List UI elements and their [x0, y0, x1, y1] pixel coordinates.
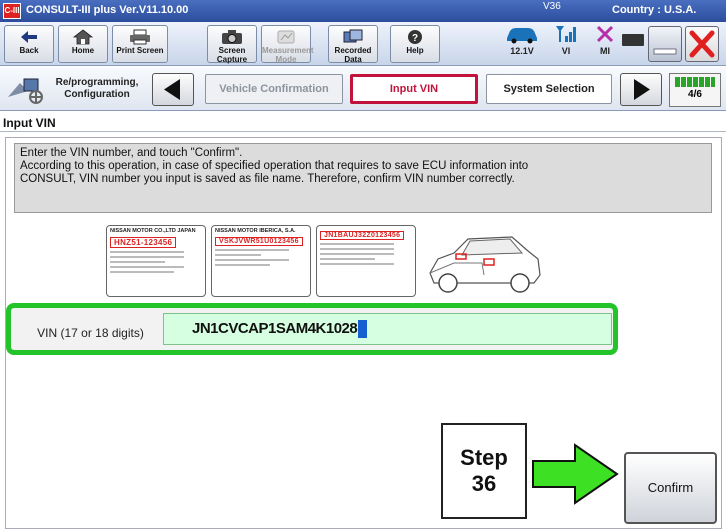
screen-capture-label: Screen Capture [216, 46, 248, 64]
mi-indicator: MI [590, 24, 620, 56]
car-icon [507, 28, 537, 44]
home-button[interactable]: Home [58, 25, 108, 63]
progress-bars [675, 77, 715, 87]
minimize-button[interactable] [648, 26, 682, 62]
step-progress-indicator: 4/6 [669, 73, 721, 107]
help-button[interactable]: ? Help [390, 25, 440, 63]
plate1-vin: HNZ51-123456 [110, 237, 177, 248]
instruction-line-3: CONSULT, VIN number you input is saved a… [20, 173, 515, 185]
app-title: CONSULT-III plus Ver.V11.10.00 [26, 4, 189, 16]
previous-step-button[interactable] [152, 73, 194, 106]
print-screen-button[interactable]: Print Screen [112, 25, 168, 63]
model-code: V36 [543, 1, 561, 12]
step-vehicle-confirmation: Vehicle Confirmation [205, 74, 343, 104]
back-button-label: Back [19, 46, 39, 55]
text-cursor [358, 320, 368, 339]
vin-plate-illustration: NISSAN MOTOR CO.,LTD JAPAN HNZ51-123456 … [106, 225, 546, 297]
vi-label: VI [561, 46, 571, 56]
instruction-box: Enter the VIN number, and touch "Confirm… [14, 143, 712, 213]
printer-icon [130, 29, 150, 45]
measurement-mode-button[interactable]: Measurement Mode [261, 25, 314, 64]
recorded-data-button[interactable]: Recorded Data [328, 25, 378, 64]
section-label: Re/programming, Configuration [55, 77, 139, 100]
disconnected-x-icon [596, 25, 614, 43]
status-bar-icon [622, 34, 644, 46]
home-button-label: Home [71, 46, 95, 55]
confirm-button[interactable]: Confirm [624, 452, 717, 524]
app-logo: C-III [3, 3, 21, 19]
step-callout-number: 36 [471, 471, 497, 496]
plate2-header: NISSAN MOTOR IBERICA, S.A. [215, 228, 296, 234]
plate3-vin: JN1BAUJ32Z0123456 [320, 231, 405, 240]
measurement-mode-label: Measurement Mode [262, 46, 314, 64]
progress-label: 4/6 [688, 89, 702, 100]
vin-input-field[interactable]: JN1CVCAP1SAM4K1028 [163, 313, 612, 345]
instruction-line-1: Enter the VIN number, and touch "Confirm… [20, 147, 243, 159]
next-step-button[interactable] [620, 73, 662, 106]
step-input-vin: Input VIN [350, 74, 478, 104]
battery-voltage-indicator: 12.1V [500, 24, 544, 56]
close-button[interactable] [685, 26, 719, 62]
recorded-data-icon [343, 29, 363, 43]
toolbar: Back Home Print Screen Screen Capture Me… [0, 22, 726, 66]
vin-entry-row: VIN (17 or 18 digits) JN1CVCAP1SAM4K1028 [6, 303, 618, 355]
title-bar: C-III CONSULT-III plus Ver.V11.10.00 V36… [0, 0, 726, 22]
minimize-icon [653, 48, 677, 55]
main-panel: Enter the VIN number, and touch "Confirm… [5, 137, 722, 529]
mi-label: MI [600, 46, 610, 56]
plate2-vin: VSKJVWR51U0123456 [215, 237, 303, 246]
screen-capture-button[interactable]: Screen Capture [207, 25, 257, 64]
svg-text:?: ? [412, 33, 418, 44]
plate1-header: NISSAN MOTOR CO.,LTD JAPAN [110, 228, 196, 234]
recorded-data-label: Recorded Data [334, 46, 372, 64]
print-screen-label: Print Screen [116, 46, 164, 55]
triangle-left-icon [164, 79, 180, 100]
voltage-label: 12.1V [510, 46, 534, 56]
green-arrow-icon [532, 443, 619, 505]
step-callout-label: Step [460, 445, 508, 470]
step-navigation-bar: Re/programming, Configuration Vehicle Co… [0, 67, 726, 111]
instruction-line-2: According to this operation, in case of … [20, 160, 529, 172]
step-callout: Step 36 [441, 423, 527, 519]
help-button-label: Help [406, 46, 424, 55]
close-icon [689, 30, 715, 58]
home-icon [73, 29, 93, 45]
back-button[interactable]: Back [4, 25, 54, 63]
suv-car-icon [429, 236, 541, 293]
vin-input-value: JN1CVCAP1SAM4K1028 [192, 320, 358, 337]
country-label: Country : U.S.A. [612, 4, 697, 16]
signal-icon [556, 26, 576, 42]
vin-plate-iberica: NISSAN MOTOR IBERICA, S.A. VSKJVWR51U012… [211, 225, 311, 297]
vin-plate-japan: NISSAN MOTOR CO.,LTD JAPAN HNZ51-123456 [106, 225, 206, 297]
help-icon: ? [408, 30, 422, 44]
step-system-selection: System Selection [486, 74, 612, 104]
back-arrow-icon [21, 31, 37, 43]
measurement-icon [277, 30, 295, 44]
vi-indicator: VI [551, 24, 581, 56]
triangle-right-icon [634, 79, 650, 100]
page-title: Input VIN [0, 112, 726, 132]
vin-plate-chinese: JN1BAUJ32Z0123456 [316, 225, 416, 297]
reprogramming-icon [8, 78, 43, 104]
camera-icon [222, 30, 242, 44]
vin-field-label: VIN (17 or 18 digits) [37, 326, 144, 340]
